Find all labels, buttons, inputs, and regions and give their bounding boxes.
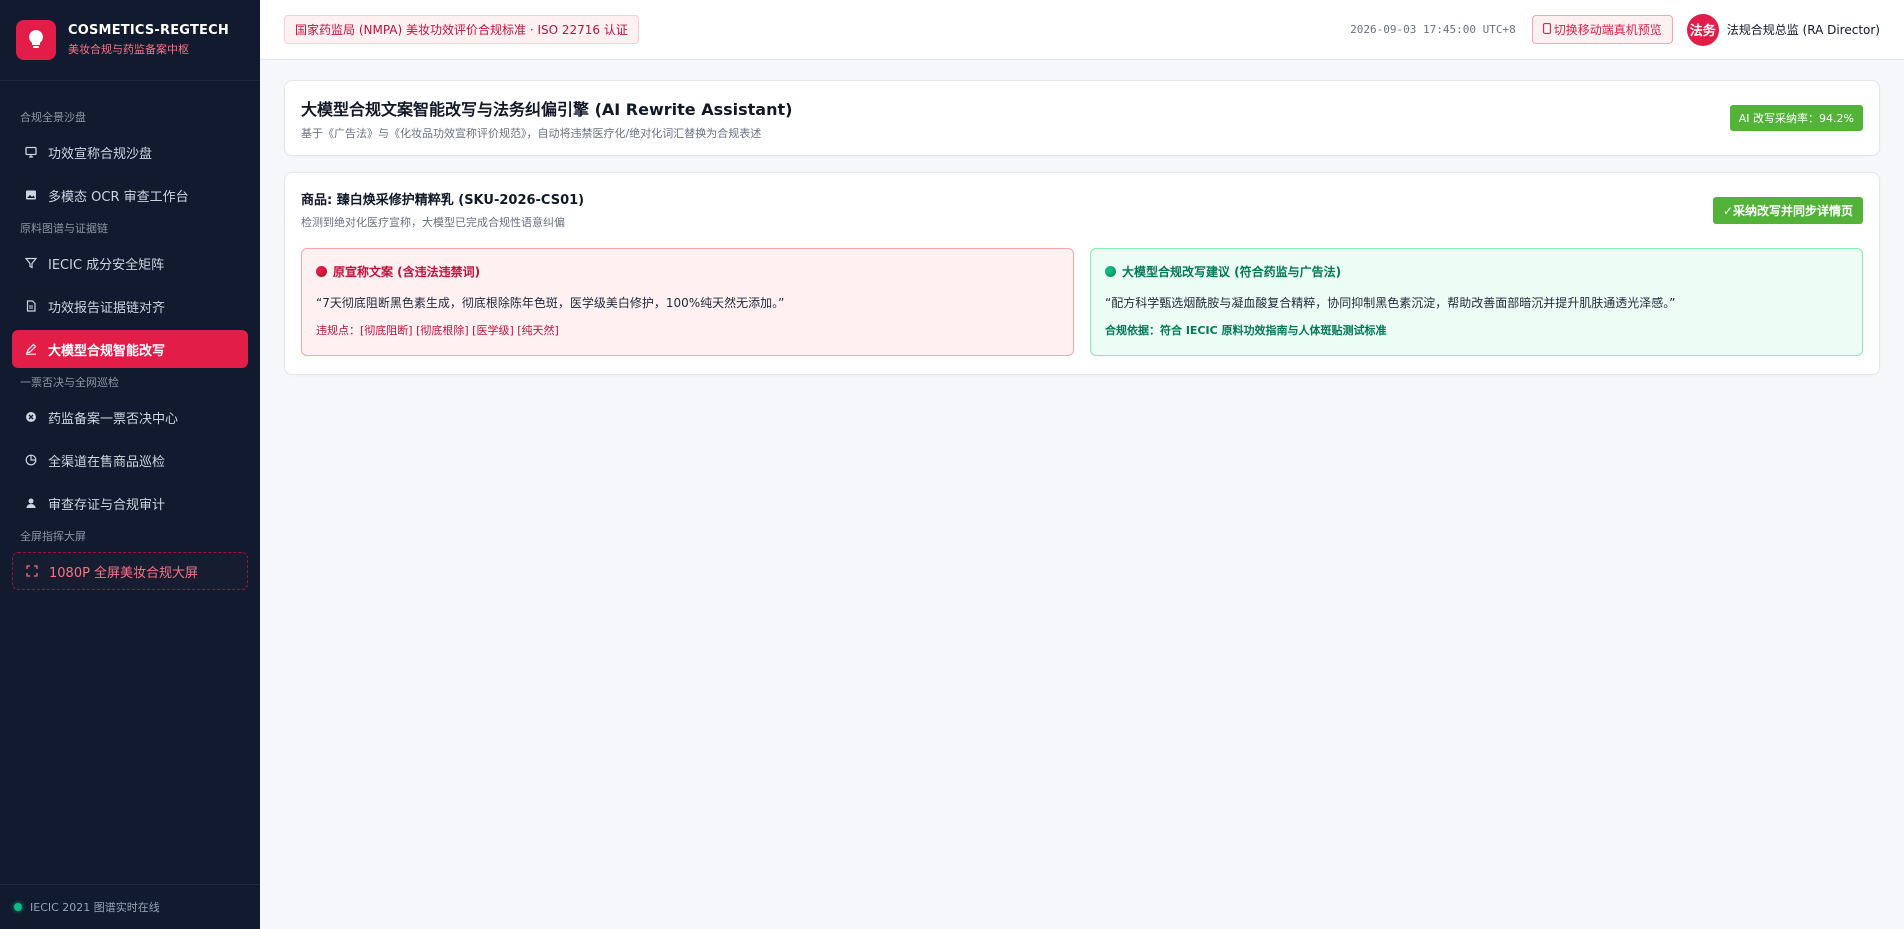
adopt-rewrite-label: 采纳改写并同步详情页 [1732,204,1853,218]
pie-chart-icon [24,453,38,467]
mobile-preview-button[interactable]: 切换移动端真机预览 [1531,15,1673,44]
green-dot-icon [1105,266,1116,277]
fullscreen-icon [25,564,39,578]
sidebar-item-iecic-matrix[interactable]: IECIC 成分安全矩阵 [12,244,248,282]
image-icon [24,188,38,202]
red-dot-icon [316,266,327,277]
mobile-preview-label: 切换移动端真机预览 [1553,23,1662,37]
product-rewrite-card: 商品: 臻白焕采修护精粹乳 (SKU-2026-CS01) 检测到绝对化医疗宣称… [284,172,1880,375]
nav-group-label: 全屏指挥大屏 [20,530,86,543]
original-copy-text: “7天彻底阻断黑色素生成，彻底根除陈年色斑，医学级美白修护，100%纯天然无添加… [316,296,785,310]
copy-compare: 原宣称文案 (含违法违禁词) “7天彻底阻断黑色素生成，彻底根除陈年色斑，医学级… [301,248,1863,356]
cancel-circle-icon [24,410,38,424]
sidebar-item-label: 1080P 全屏美妆合规大屏 [49,565,199,581]
timestamp: 2026-09-03 17:45:00 UTC+8 [1350,23,1516,36]
pen-icon [24,342,38,356]
sidebar: COSMETICS-REGTECH 美妆合规与药监备案中枢 合规全景沙盘 功效宣… [0,0,260,929]
sidebar-item-claims-sandbox[interactable]: 功效宣称合规沙盘 [12,133,248,171]
product-subtitle: 检测到绝对化医疗宣称，大模型已完成合规性语意纠偏 [301,216,565,229]
filter-icon [24,256,38,270]
app-root: COSMETICS-REGTECH 美妆合规与药监备案中枢 合规全景沙盘 功效宣… [0,0,1904,929]
product-title: 商品: 臻白焕采修护精粹乳 (SKU-2026-CS01) [301,193,585,208]
original-copy-panel: 原宣称文案 (含违法违禁词) “7天彻底阻断黑色素生成，彻底根除陈年色斑，医学级… [301,248,1074,356]
footer-status-text: IECIC 2021 图谱实时在线 [30,901,160,914]
lightbulb-icon [16,20,56,60]
regulation-badge: 国家药监局 (NMPA) 美妆功效评价合规标准 · ISO 22716 认证 [284,15,639,44]
adoption-rate-badge: AI 改写采纳率：94.2% [1729,105,1863,131]
sidebar-item-label: IECIC 成分安全矩阵 [48,257,165,273]
rewrite-suggestion-text: “配方科学甄选烟酰胺与凝血酸复合精粹，协同抑制黑色素沉淀，帮助改善面部暗沉并提升… [1105,296,1676,310]
sidebar-item-label: 大模型合规智能改写 [48,343,166,359]
monitor-icon [24,145,38,159]
page-title: 大模型合规文案智能改写与法务纠偏引擎 (AI Rewrite Assistant… [301,99,793,119]
sidebar-item-label: 药监备案一票否决中心 [48,411,179,427]
sidebar-nav: 合规全景沙盘 功效宣称合规沙盘 多模态 OCR 审查工作台 原料图谱与证据链 I… [0,81,260,590]
brand-subtitle: 美妆合规与药监备案中枢 [68,43,189,56]
sidebar-item-label: 功效宣称合规沙盘 [48,146,153,162]
sidebar-item-audit[interactable]: 审查存证与合规审计 [12,484,248,522]
sidebar-item-channel-patrol[interactable]: 全渠道在售商品巡检 [12,441,248,479]
main-area: 国家药监局 (NMPA) 美妆功效评价合规标准 · ISO 22716 认证 2… [260,0,1904,929]
user-icon [24,496,38,510]
phone-icon [1542,22,1551,37]
sidebar-item-label: 审查存证与合规审计 [48,497,166,513]
sidebar-item-label: 多模态 OCR 审查工作台 [48,189,189,205]
rewrite-suggestion-panel: 大模型合规改写建议 (符合药监与广告法) “配方科学甄选烟酰胺与凝血酸复合精粹，… [1090,248,1863,356]
rewrite-suggestion-title: 大模型合规改写建议 (符合药监与广告法) [1122,265,1342,279]
document-icon [24,299,38,313]
check-icon: ✓ [1722,204,1733,218]
adopt-rewrite-button[interactable]: ✓采纳改写并同步详情页 [1712,197,1863,224]
sidebar-footer: IECIC 2021 图谱实时在线 [0,884,260,929]
original-copy-title: 原宣称文案 (含违法违禁词) [333,265,481,279]
nav-group-label: 原料图谱与证据链 [20,222,108,235]
brand-title: COSMETICS-REGTECH [68,23,229,38]
compliance-basis: 合规依据：符合 IECIC 原料功效指南与人体斑贴测试标准 [1105,324,1387,337]
nav-group-label: 一票否决与全网巡检 [20,376,119,389]
sidebar-item-evidence-chain[interactable]: 功效报告证据链对齐 [12,287,248,325]
brand[interactable]: COSMETICS-REGTECH 美妆合规与药监备案中枢 [0,0,260,81]
content: 大模型合规文案智能改写与法务纠偏引擎 (AI Rewrite Assistant… [260,60,1904,411]
sidebar-item-ocr-workbench[interactable]: 多模态 OCR 审查工作台 [12,176,248,214]
violation-points: 违规点：[彻底阻断] [彻底根除] [医学级] [纯天然] [316,324,559,337]
avatar[interactable]: 法务 [1686,13,1719,46]
sidebar-item-fullscreen-dashboard[interactable]: 1080P 全屏美妆合规大屏 [12,552,248,590]
sidebar-item-label: 功效报告证据链对齐 [48,300,166,316]
page-header-card: 大模型合规文案智能改写与法务纠偏引擎 (AI Rewrite Assistant… [284,80,1880,156]
online-status-dot [14,903,22,911]
sidebar-item-veto-center[interactable]: 药监备案一票否决中心 [12,398,248,436]
topbar: 国家药监局 (NMPA) 美妆功效评价合规标准 · ISO 22716 认证 2… [260,0,1904,60]
sidebar-item-ai-rewrite[interactable]: 大模型合规智能改写 [12,330,248,368]
page-subtitle: 基于《广告法》与《化妆品功效宣称评价规范》，自动将违禁医疗化/绝对化词汇替换为合… [301,126,762,140]
nav-group-label: 合规全景沙盘 [20,111,86,124]
sidebar-item-label: 全渠道在售商品巡检 [48,454,166,470]
user-name[interactable]: 法规合规总监 (RA Director) [1727,21,1880,38]
